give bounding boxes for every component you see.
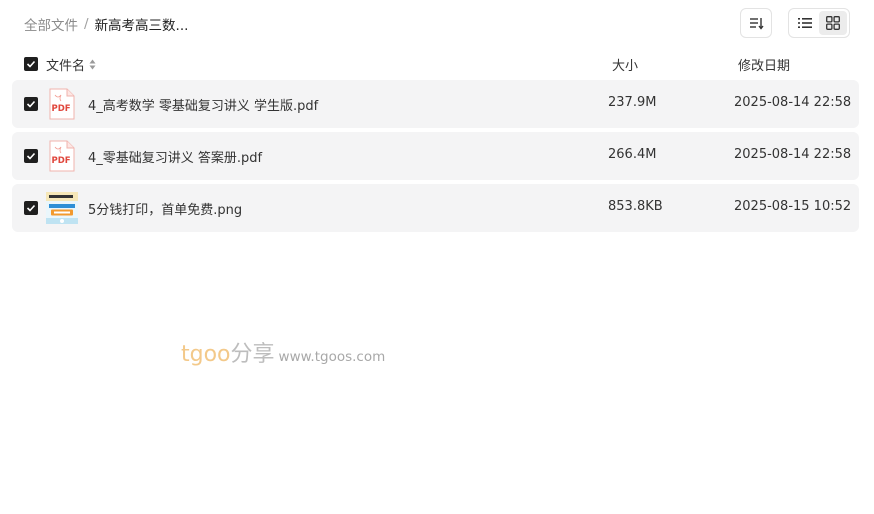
- table-row[interactable]: PDF 4_零基础复习讲义 答案册.pdf 266.4M 2025-08-14 …: [12, 132, 859, 180]
- row-checkbox[interactable]: [24, 97, 38, 111]
- file-size: 266.4M: [608, 147, 657, 162]
- checkmark-icon: [26, 100, 36, 108]
- file-date: 2025-08-15 10:52: [734, 199, 852, 214]
- list-view-button[interactable]: [791, 11, 819, 35]
- column-header-date[interactable]: 修改日期: [738, 55, 790, 74]
- table-row[interactable]: PDF 4_高考数学 零基础复习讲义 学生版.pdf 237.9M 2025-0…: [12, 80, 859, 128]
- file-name[interactable]: 4_高考数学 零基础复习讲义 学生版.pdf: [88, 95, 318, 114]
- file-name[interactable]: 4_零基础复习讲义 答案册.pdf: [88, 147, 262, 166]
- pdf-file-icon: PDF: [49, 140, 75, 172]
- grid-view-button[interactable]: [819, 11, 847, 35]
- file-date: 2025-08-14 22:58: [734, 147, 852, 162]
- watermark-brand: tgoo: [181, 342, 231, 367]
- column-header-name-label: 文件名: [46, 59, 86, 74]
- checkmark-icon: [26, 152, 36, 160]
- checkmark-icon: [26, 204, 36, 212]
- breadcrumb: 全部文件 / 新高考高三数...: [24, 14, 188, 34]
- file-size: 853.8KB: [608, 199, 663, 214]
- sort-button[interactable]: [740, 8, 772, 38]
- breadcrumb-root-link[interactable]: 全部文件: [24, 14, 78, 34]
- pdf-file-icon: PDF: [49, 88, 75, 120]
- svg-text:PDF: PDF: [52, 104, 71, 114]
- checkmark-icon: [26, 60, 36, 68]
- svg-text:PDF: PDF: [52, 156, 71, 166]
- breadcrumb-separator: /: [84, 16, 89, 32]
- watermark-cn: 分享: [230, 342, 275, 367]
- select-all-checkbox[interactable]: [24, 57, 38, 71]
- watermark-url: www.tgoos.com: [278, 349, 386, 365]
- row-checkbox[interactable]: [24, 149, 38, 163]
- watermark: tgoo 分享 www.tgoos.com: [181, 336, 385, 368]
- column-header-name[interactable]: 文件名: [46, 55, 96, 74]
- sort-icon: [750, 18, 764, 30]
- table-header: 文件名 大小 修改日期: [12, 52, 859, 76]
- file-name[interactable]: 5分钱打印，首单免费.png: [88, 199, 242, 218]
- sort-caret-icon: [89, 59, 96, 70]
- breadcrumb-current-folder: 新高考高三数...: [94, 18, 189, 34]
- list-view-icon: [798, 18, 812, 28]
- image-thumbnail-icon: [46, 192, 78, 224]
- grid-view-icon: [826, 16, 840, 30]
- view-toggle: [788, 8, 850, 38]
- table-row[interactable]: 5分钱打印，首单免费.png 853.8KB 2025-08-15 10:52: [12, 184, 859, 232]
- file-date: 2025-08-14 22:58: [734, 95, 852, 110]
- file-size: 237.9M: [608, 95, 657, 110]
- row-checkbox[interactable]: [24, 201, 38, 215]
- column-header-size[interactable]: 大小: [612, 55, 638, 74]
